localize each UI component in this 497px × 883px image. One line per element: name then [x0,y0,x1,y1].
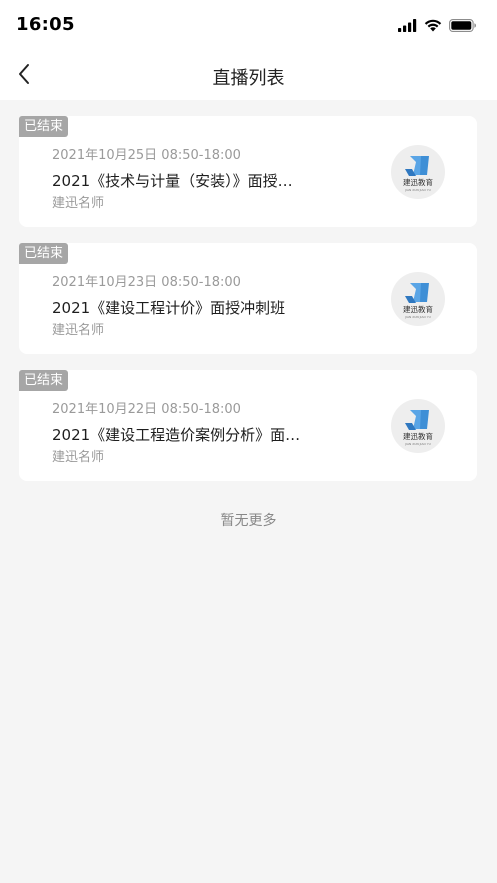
live-title: 2021《建设工程造价案例分析》面… [52,426,301,444]
live-card[interactable]: 已结束 2021年10月23日 08:50-18:00 2021《建设工程计价》… [19,243,477,354]
status-time: 16:05 [16,14,75,35]
svg-text:建迅教育: 建迅教育 [403,304,433,314]
live-teacher: 建迅名师 [52,323,105,338]
wifi-icon [424,17,442,36]
live-time: 2021年10月25日 08:50-18:00 [52,148,241,163]
svg-text:建迅教育: 建迅教育 [403,177,433,187]
nav-bar: 直播列表 [0,50,497,100]
jianxun-logo: 建迅教育 JIAN XUN JIAO YU [391,145,445,199]
status-icons [398,17,477,36]
svg-text:建迅教育: 建迅教育 [403,431,433,441]
no-more-text: 暂无更多 [220,513,277,529]
status-badge: 已结束 [19,243,69,264]
live-time: 2021年10月22日 08:50-18:00 [52,402,241,417]
live-time: 2021年10月23日 08:50-18:00 [52,275,241,290]
live-title: 2021《技术与计量（安装）》面授… [52,172,293,190]
jianxun-logo: 建迅教育 JIAN XUN JIAO YU [391,399,445,453]
battery-icon [449,17,477,36]
live-card[interactable]: 已结束 2021年10月22日 08:50-18:00 2021《建设工程造价案… [19,370,477,481]
status-bar: 16:05 [0,0,497,50]
svg-text:JIAN XUN JIAO YU: JIAN XUN JIAO YU [404,315,431,319]
svg-text:JIAN XUN JIAO YU: JIAN XUN JIAO YU [404,188,431,192]
status-badge: 已结束 [19,116,69,137]
live-card[interactable]: 已结束 2021年10月25日 08:50-18:00 2021《技术与计量（安… [19,116,477,227]
live-teacher: 建迅名师 [52,196,105,211]
page-title: 直播列表 [212,68,285,89]
live-title: 2021《建设工程计价》面授冲刺班 [52,299,286,317]
live-list: 已结束 2021年10月25日 08:50-18:00 2021《技术与计量（安… [19,116,477,497]
status-badge: 已结束 [19,370,69,391]
live-teacher: 建迅名师 [52,450,105,465]
signal-icon [398,17,417,36]
jianxun-logo: 建迅教育 JIAN XUN JIAO YU [391,272,445,326]
svg-text:JIAN XUN JIAO YU: JIAN XUN JIAO YU [404,442,431,446]
